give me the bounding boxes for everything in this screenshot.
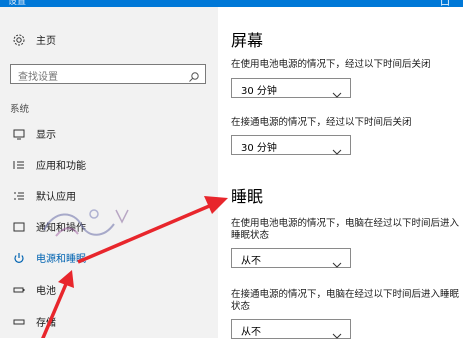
- screen-battery-dropdown[interactable]: 30 分钟: [231, 78, 351, 98]
- list-icon: [12, 157, 26, 171]
- monitor-icon: [12, 126, 26, 140]
- window-title: 设置: [8, 0, 27, 7]
- sleep-battery-desc: 在使用电池电源的情况下，电脑在经过以下时间后进入睡眠状态: [231, 218, 460, 241]
- dropdown-value: 从不: [241, 256, 261, 267]
- sidebar-item-power-sleep[interactable]: 电源和睡眠: [0, 245, 218, 271]
- content-pane: 屏幕 在使用电池电源的情况下，经过以下时间后关闭 30 分钟 在接通电源的情况下…: [218, 7, 463, 339]
- screen-plugged-desc: 在接通电源的情况下，经过以下时间后关闭: [231, 117, 412, 128]
- chevron-down-icon: [332, 84, 342, 98]
- section-label-system: 系统: [10, 104, 30, 115]
- chevron-down-icon: [332, 141, 342, 155]
- minimize-button[interactable]: —: [400, 0, 410, 4]
- sidebar-item-display[interactable]: 显示: [0, 121, 218, 147]
- sidebar-item-label: 存储: [36, 318, 56, 329]
- sleep-heading: 睡眠: [231, 187, 264, 206]
- sidebar-home[interactable]: 主页: [0, 27, 218, 53]
- power-icon: [12, 250, 26, 264]
- battery-icon: [12, 282, 26, 296]
- sidebar-item-label: 电源和睡眠: [36, 254, 86, 265]
- sidebar-item-label: 应用和功能: [36, 161, 86, 172]
- default-apps-icon: [12, 188, 26, 202]
- gear-icon: [12, 32, 26, 46]
- screen-heading: 屏幕: [231, 31, 264, 50]
- dropdown-value: 从不: [241, 327, 261, 338]
- search-input[interactable]: 查找设置: [10, 64, 206, 84]
- window-titlebar: 设置 — 口: [0, 0, 463, 8]
- screen-plugged-dropdown[interactable]: 30 分钟: [231, 135, 351, 155]
- chevron-down-icon: [332, 254, 342, 268]
- sidebar-item-battery[interactable]: 电池: [0, 277, 218, 303]
- search-placeholder: 查找设置: [18, 72, 58, 83]
- chevron-down-icon: [332, 325, 342, 339]
- dropdown-value: 30 分钟: [241, 143, 277, 154]
- watermark-logo: [43, 209, 129, 237]
- sleep-battery-dropdown[interactable]: 从不: [231, 248, 351, 268]
- screen-battery-desc: 在使用电池电源的情况下，经过以下时间后关闭: [231, 59, 431, 70]
- sidebar: 主页 查找设置 系统 显示 应用和功能 默认应用 通知和操作 电源和睡眠 电池 …: [0, 7, 218, 338]
- sidebar-item-label: 电池: [36, 286, 56, 297]
- sidebar-item-storage[interactable]: 存储: [0, 309, 218, 335]
- sidebar-item-apps[interactable]: 应用和功能: [0, 152, 218, 178]
- sidebar-home-label: 主页: [36, 36, 56, 47]
- sleep-plugged-dropdown[interactable]: 从不: [231, 319, 351, 339]
- search-icon[interactable]: [188, 68, 200, 82]
- sleep-plugged-desc: 在接通电源的情况下，电脑在经过以下时间后进入睡眠状态: [231, 289, 460, 312]
- dropdown-value: 30 分钟: [241, 86, 277, 97]
- notification-icon: [12, 219, 26, 233]
- sidebar-item-label: 显示: [36, 130, 56, 141]
- storage-icon: [12, 314, 26, 328]
